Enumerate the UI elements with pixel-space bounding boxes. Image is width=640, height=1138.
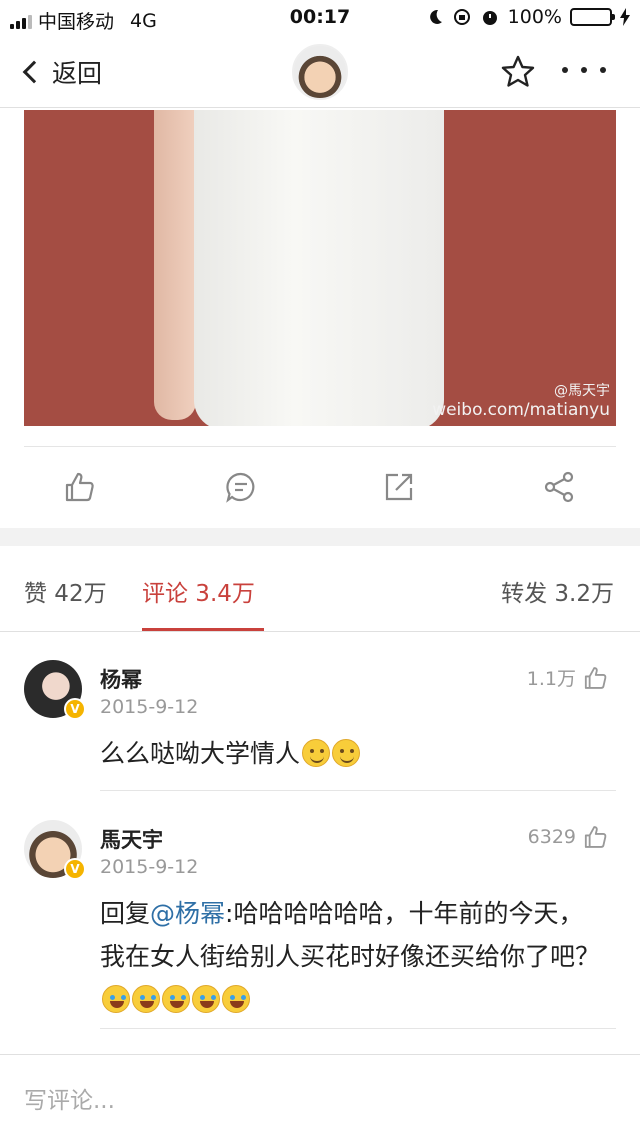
smile-emoji-icon	[302, 739, 331, 767]
tab-likes[interactable]: 赞 42万	[24, 574, 107, 608]
divider	[100, 1028, 616, 1029]
laugh-cry-emoji-icon	[162, 985, 190, 1013]
favorite-star-icon[interactable]	[500, 54, 536, 90]
comment-text: 么么哒呦大学情人	[100, 732, 600, 775]
comment-date: 2015-9-12	[100, 696, 199, 718]
post-action-bar	[0, 448, 640, 528]
comment-body: 么么哒呦大学情人	[100, 739, 301, 768]
verified-badge-icon: V	[64, 698, 86, 720]
watermark-user: @馬天宇	[554, 383, 610, 399]
more-options-button[interactable]	[562, 58, 606, 82]
back-button[interactable]: 返回	[20, 54, 102, 90]
author-avatar[interactable]	[292, 44, 348, 100]
laugh-cry-emoji-icon	[132, 985, 160, 1013]
alarm-icon	[482, 11, 497, 25]
tab-comments[interactable]: 评论 3.4万	[142, 574, 255, 608]
comment-like-button[interactable]: 6329	[528, 824, 608, 850]
chevron-left-icon	[22, 60, 46, 84]
active-tab-indicator	[142, 628, 264, 631]
status-right: 100%	[426, 6, 630, 28]
tab-reposts[interactable]: 转发 3.2万	[501, 574, 614, 608]
dot-icon	[600, 67, 606, 73]
dot-icon	[581, 67, 587, 73]
back-label: 返回	[52, 59, 103, 88]
laugh-cry-emoji-icon	[222, 985, 250, 1013]
comment-like-count: 1.1万	[526, 668, 576, 690]
comment-like-button[interactable]: 1.1万	[527, 664, 608, 691]
laugh-cry-emoji-icon	[192, 985, 220, 1013]
divider	[24, 446, 616, 447]
comment-date: 2015-9-12	[100, 856, 199, 878]
reply-prefix: 回复	[100, 899, 151, 928]
share-icon[interactable]	[542, 470, 576, 504]
battery-percent: 100%	[507, 6, 562, 28]
commenter-name[interactable]: 杨幂	[100, 664, 142, 694]
comment-composer: 写评论...	[0, 1054, 640, 1138]
thumbs-up-icon	[584, 826, 607, 848]
comment-like-count: 6329	[527, 826, 576, 848]
repost-icon[interactable]	[382, 470, 416, 504]
write-comment-input[interactable]: 写评论...	[24, 1081, 614, 1115]
battery-icon	[570, 8, 615, 26]
status-bar: 中国移动 4G 00:17 100%	[0, 0, 640, 36]
charging-bolt-icon	[620, 8, 630, 26]
commenter-avatar[interactable]: V	[24, 660, 86, 720]
verified-badge-icon: V	[64, 858, 86, 880]
post-image[interactable]: @馬天宇 weibo.com/matianyu	[24, 110, 616, 426]
nav-bar: 返回	[0, 36, 640, 108]
comment-icon[interactable]	[224, 470, 258, 504]
mention-link[interactable]: @杨幂	[150, 899, 225, 928]
commenter-name[interactable]: 馬天宇	[100, 824, 163, 854]
commenter-avatar[interactable]: V	[24, 820, 86, 880]
laugh-cry-emoji-icon	[102, 985, 130, 1013]
thumbs-up-icon[interactable]	[62, 470, 96, 504]
divider	[100, 790, 616, 791]
watermark-url: weibo.com/matianyu	[432, 400, 610, 420]
comment-text: 回复@杨幂:哈哈哈哈哈哈，十年前的今天，我在女人街给别人买花时好像还买给你了吧？	[100, 892, 600, 1021]
section-separator	[0, 528, 640, 546]
image-arm	[154, 110, 196, 420]
interaction-tabs: 赞 42万 评论 3.4万 转发 3.2万	[0, 546, 640, 632]
rotation-lock-icon	[453, 9, 470, 25]
image-dress	[194, 110, 444, 426]
thinking-emoji-icon	[332, 739, 361, 767]
dot-icon	[562, 67, 568, 73]
thumbs-up-icon	[584, 666, 607, 689]
moon-icon	[429, 9, 442, 24]
image-watermark: @馬天宇 weibo.com/matianyu	[432, 380, 610, 420]
